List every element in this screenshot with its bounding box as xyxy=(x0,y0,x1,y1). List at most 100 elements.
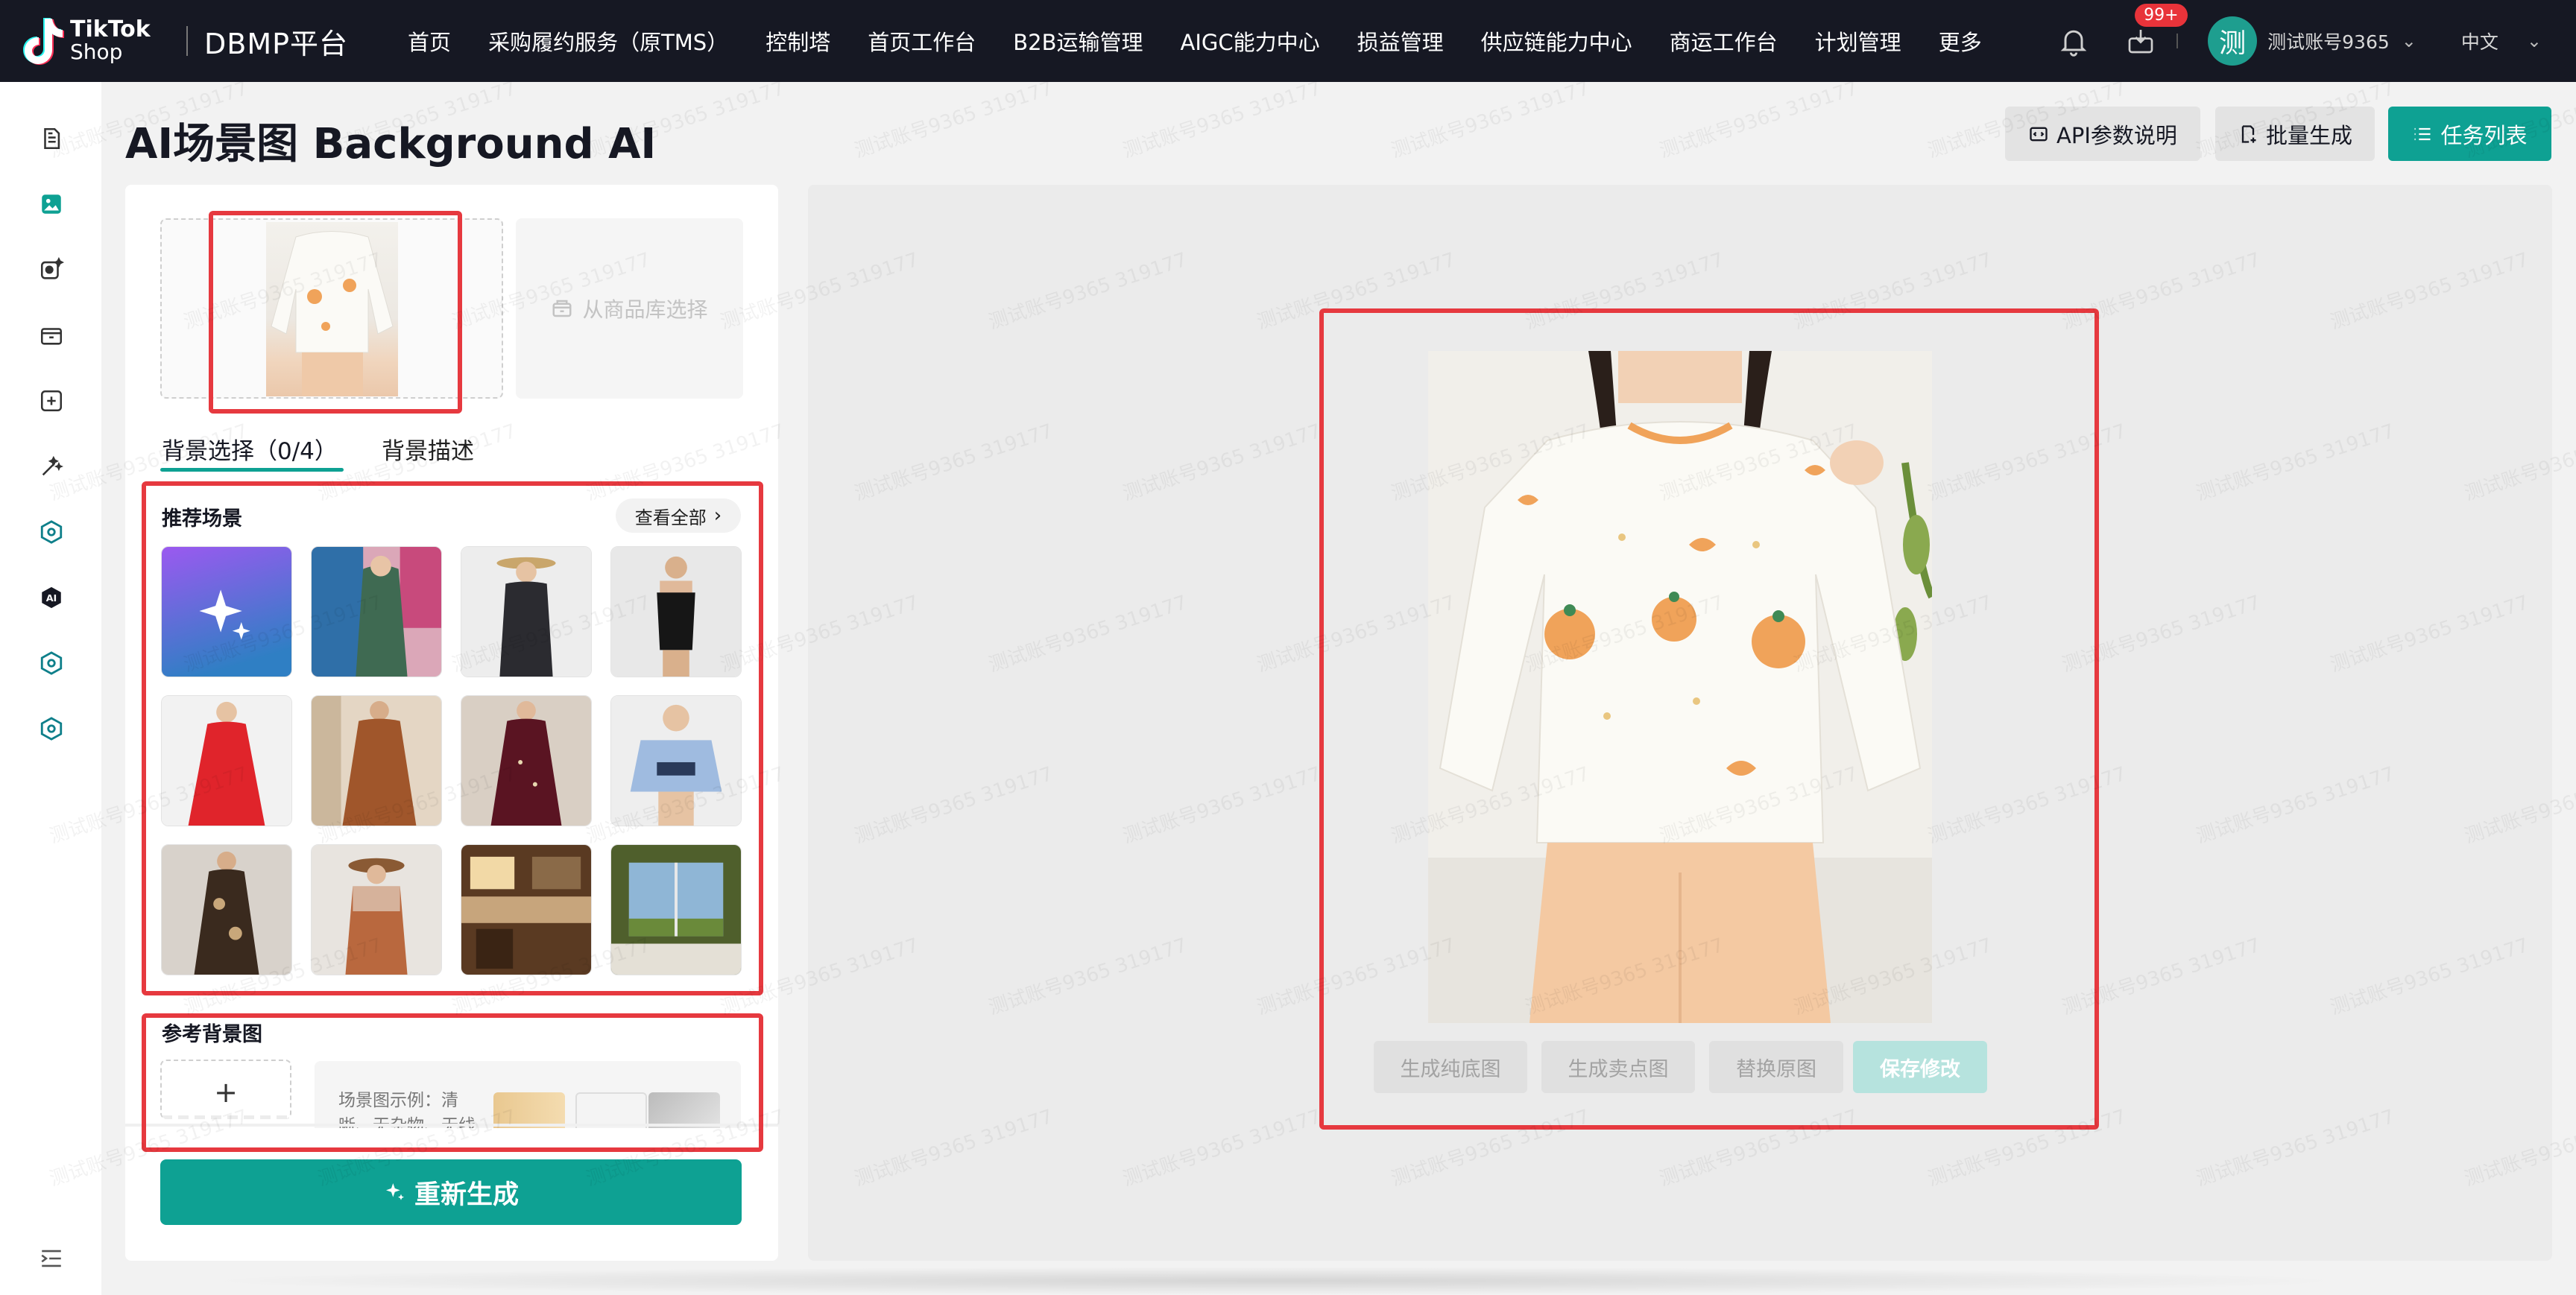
image-plus-icon[interactable] xyxy=(37,387,66,415)
task-list-button[interactable]: 任务列表 xyxy=(2388,107,2551,161)
divider xyxy=(2176,34,2179,48)
reference-background-label: 参考背景图 xyxy=(162,1023,262,1046)
nav-item-procurement[interactable]: 采购履约服务（原TMS） xyxy=(488,25,728,57)
nav-item-home[interactable]: 首页 xyxy=(408,25,451,57)
tab-background-description[interactable]: 背景描述 xyxy=(382,432,474,466)
regenerate-button[interactable]: 重新生成 xyxy=(160,1159,742,1225)
scene-image xyxy=(312,845,441,975)
active-tab-indicator xyxy=(160,468,344,472)
nav-item-supply-chain[interactable]: 供应链能力中心 xyxy=(1481,25,1632,57)
code-icon xyxy=(2030,127,2048,141)
divider xyxy=(186,26,188,56)
clipped-label xyxy=(162,1115,290,1119)
generate-plain-background-button[interactable]: 生成纯底图 xyxy=(1374,1041,1527,1093)
scroll-fade xyxy=(125,1124,778,1127)
download-center[interactable]: 99+ xyxy=(2126,4,2188,56)
ai-icon[interactable]: AI xyxy=(37,583,66,612)
view-all-button[interactable]: 查看全部 › xyxy=(616,498,741,533)
nav-item-planning[interactable]: 计划管理 xyxy=(1815,25,1901,57)
scene-image xyxy=(461,696,591,826)
scene-ai-custom[interactable] xyxy=(161,546,292,677)
product-photo xyxy=(1428,351,1932,1023)
scene-image xyxy=(611,547,741,677)
bottom-shadow xyxy=(194,1267,2355,1295)
reference-example-card: 场景图示例：清晰、无杂物、无线 xyxy=(315,1061,741,1128)
language-selector[interactable]: 中文 xyxy=(2461,28,2498,54)
regenerate-label: 重新生成 xyxy=(414,1180,519,1210)
bell-icon[interactable] xyxy=(2057,25,2090,57)
scene-thumbnail[interactable] xyxy=(461,844,592,975)
nav-item-more[interactable]: 更多 xyxy=(1939,25,1982,57)
generate-selling-point-button[interactable]: 生成卖点图 xyxy=(1541,1041,1695,1093)
scene-thumbnail[interactable] xyxy=(610,844,742,975)
chevron-right-icon: › xyxy=(713,504,722,527)
scene-image xyxy=(312,696,441,826)
nav-item-b2b-transport[interactable]: B2B运输管理 xyxy=(1013,25,1143,57)
nav-item-workbench[interactable]: 首页工作台 xyxy=(868,25,976,57)
reference-sample-image xyxy=(648,1092,720,1128)
hexagon-icon[interactable] xyxy=(37,649,66,677)
tab-background-select[interactable]: 背景选择（0/4） xyxy=(162,432,338,466)
nav-item-operations[interactable]: 商运工作台 xyxy=(1670,25,1778,57)
image-sparkle-icon[interactable] xyxy=(37,256,66,284)
select-from-product-library[interactable]: 从商品库选择 xyxy=(516,218,743,399)
scene-thumbnail[interactable] xyxy=(461,546,592,677)
scene-thumbnail[interactable] xyxy=(161,695,292,826)
watermark-text: 测试账号9365 319177 xyxy=(1656,77,1861,163)
nav-item-control-tower[interactable]: 控制塔 xyxy=(765,25,830,57)
reference-example-text: 场景图示例：清晰、无杂物、无线 xyxy=(338,1091,476,1128)
reference-sample-image xyxy=(493,1092,565,1128)
platform-name[interactable]: DBMP平台 xyxy=(204,21,348,62)
batch-generate-label: 批量生成 xyxy=(2265,122,2352,148)
chevron-down-icon[interactable]: ⌄ xyxy=(2402,31,2416,51)
add-reference-image-button[interactable]: + xyxy=(160,1060,291,1119)
notification-badge: 99+ xyxy=(2135,4,2188,27)
scene-image xyxy=(312,547,441,677)
api-docs-button[interactable]: API参数说明 xyxy=(2005,107,2200,161)
replace-original-button[interactable]: 替换原图 xyxy=(1709,1041,1843,1093)
recommended-scenes-label: 推荐场景 xyxy=(162,507,242,531)
chevron-down-icon[interactable]: ⌄ xyxy=(2527,31,2542,51)
tiktok-shop-logo[interactable]: TikTok Shop xyxy=(22,16,171,66)
library-label: 从商品库选择 xyxy=(582,297,708,322)
tiktok-logo-icon xyxy=(23,18,64,65)
scene-thumbnail[interactable] xyxy=(461,695,592,826)
download-icon xyxy=(2128,30,2153,54)
brand-line-2: Shop xyxy=(70,39,123,64)
image-icon[interactable] xyxy=(37,190,66,218)
batch-generate-button[interactable]: 批量生成 xyxy=(2215,107,2375,161)
page-title: AI场景图 Background AI xyxy=(125,120,657,168)
scene-thumbnail[interactable] xyxy=(311,546,442,677)
document-plus-icon xyxy=(2241,124,2256,143)
box-icon[interactable] xyxy=(37,321,66,349)
sparkle-icon xyxy=(385,1183,404,1200)
left-sidebar: AI xyxy=(0,82,101,1295)
scene-thumbnail[interactable] xyxy=(311,844,442,975)
reference-sample-image xyxy=(575,1092,647,1128)
product-image-thumbnail[interactable] xyxy=(266,222,398,396)
plus-icon: + xyxy=(214,1076,238,1109)
main-nav: 首页 采购履约服务（原TMS） 控制塔 首页工作台 B2B运输管理 AIGC能力… xyxy=(408,25,2019,57)
topbar-right: 99+ 测 测试账号9365 ⌄ 中文 ⌄ xyxy=(2057,0,2576,82)
collapse-menu-icon[interactable] xyxy=(37,1244,66,1273)
avatar[interactable]: 测 xyxy=(2208,16,2258,66)
nav-item-aigc[interactable]: AIGC能力中心 xyxy=(1181,25,1320,57)
scene-image xyxy=(461,547,591,677)
box-icon xyxy=(552,300,572,317)
api-docs-label: API参数说明 xyxy=(2056,122,2177,148)
watermark-text: 测试账号9365 319177 xyxy=(1388,77,1593,163)
document-icon[interactable] xyxy=(37,124,66,153)
scene-thumbnail[interactable] xyxy=(311,695,442,826)
scene-image xyxy=(611,845,741,975)
watermark-text: 测试账号9365 319177 xyxy=(1120,77,1325,163)
magic-wand-icon[interactable] xyxy=(37,452,66,481)
scene-thumbnail[interactable] xyxy=(610,695,742,826)
username[interactable]: 测试账号9365 xyxy=(2267,28,2390,54)
hexagon-icon[interactable] xyxy=(37,715,66,743)
scene-thumbnail[interactable] xyxy=(161,844,292,975)
scene-thumbnail[interactable] xyxy=(610,546,742,677)
nav-item-profit-loss[interactable]: 损益管理 xyxy=(1357,25,1444,57)
save-changes-button[interactable]: 保存修改 xyxy=(1853,1041,1987,1093)
generated-image-preview xyxy=(1428,351,1932,1023)
hexagon-icon[interactable] xyxy=(37,518,66,546)
